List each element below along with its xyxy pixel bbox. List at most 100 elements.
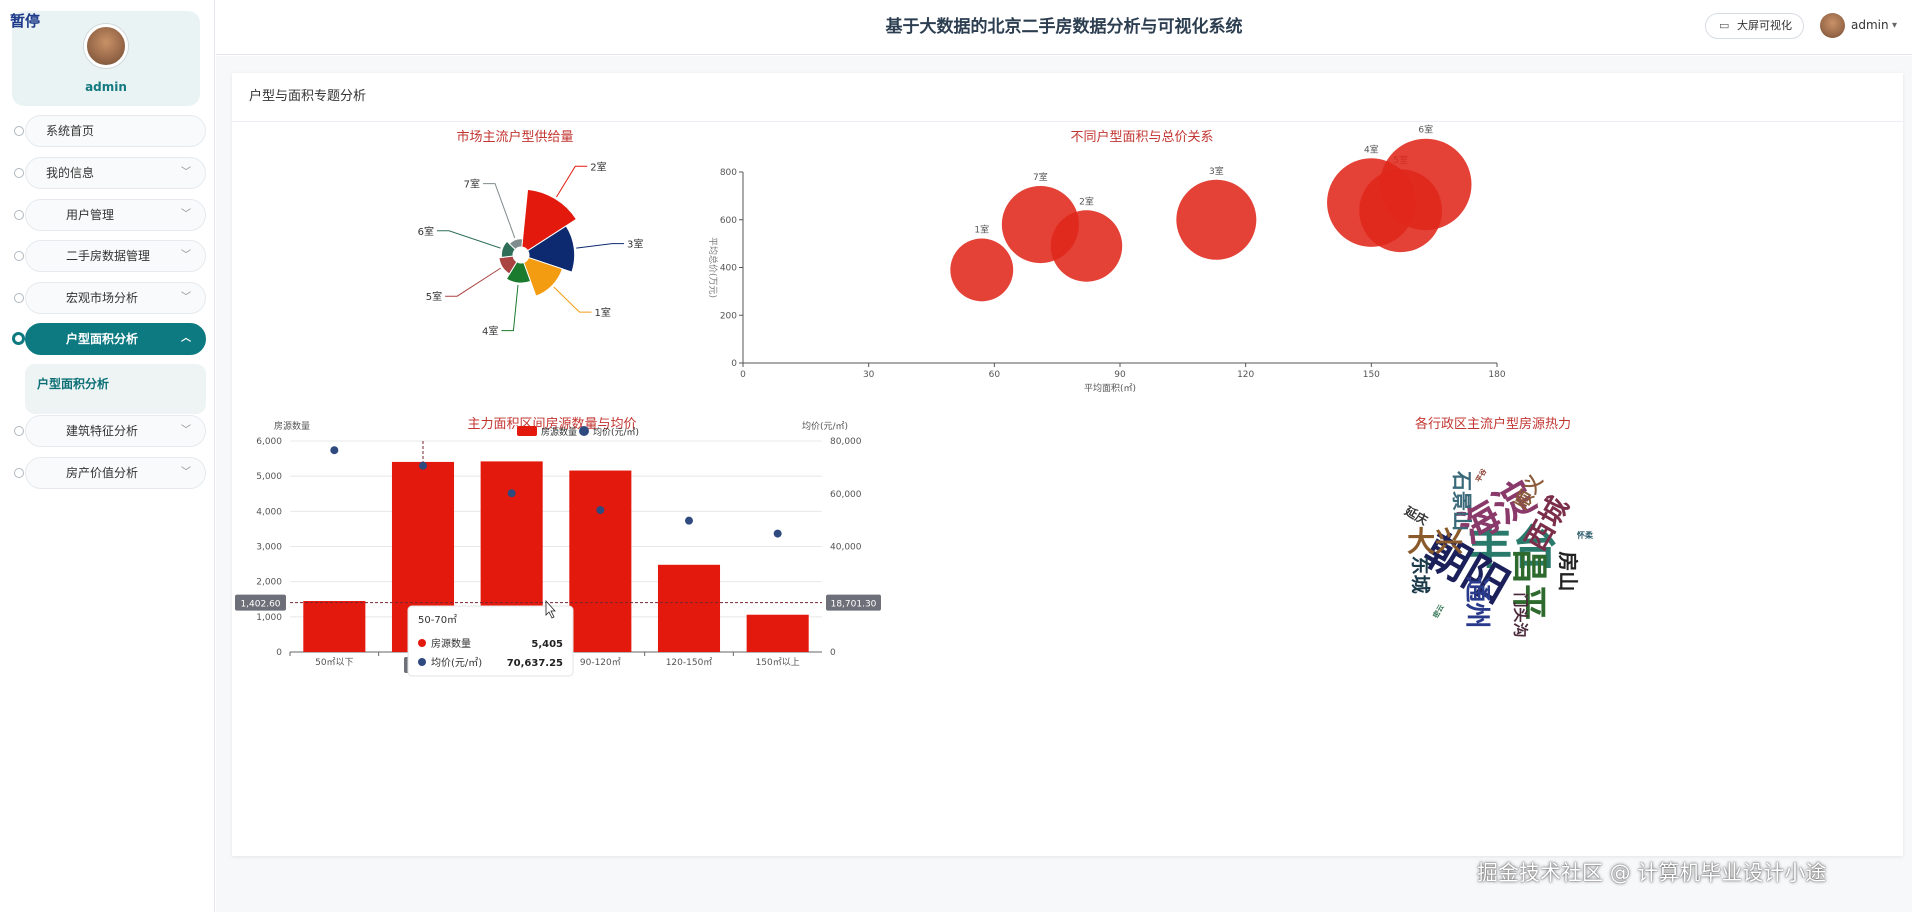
tooltip-label: 均价(元/㎡) [431,657,482,669]
sidebar: 暂停 admin 系统首页 我的信息 ﹀ 用户管理 ﹀ 二手房数据管理 ﹀ 宏观… [0,0,215,912]
sidebar-item-user-management[interactable]: 用户管理 ﹀ [25,199,206,231]
sidebar-item-building-features[interactable]: 建筑特征分析 ﹀ [25,415,206,447]
wordcloud-word: 延庆 [1401,502,1430,527]
sidebar-item-label: 我的信息 [46,166,95,180]
sidebar-item-home[interactable]: 系统首页 [25,115,206,147]
rose-label: 5室 [426,290,442,303]
bubble-point [950,238,1014,302]
bubble-point [1380,138,1472,231]
bar [303,601,366,652]
bar [569,470,632,652]
rose-label: 2室 [590,160,606,173]
y-tick-label-left: 3,000 [256,543,282,553]
chart-title: 不同户型面积与总价关系 [1070,129,1213,145]
x-tick-label: 150㎡以上 [756,657,800,668]
page-title: 基于大数据的北京二手房数据分析与可视化系统 [885,17,1243,37]
y-tick-label-right: 80,000 [830,437,862,447]
y-tick-label: 0 [731,359,737,369]
submenu-layout-area: 户型面积分析 [25,364,206,414]
sidebar-item-macro-market[interactable]: 宏观市场分析 ﹀ [25,282,206,314]
monitor-icon: ▭ [1719,19,1730,32]
sidebar-item-housing-data[interactable]: 二手房数据管理 ﹀ [25,240,206,272]
menu-bullet-icon [12,332,25,345]
chevron-up-icon: ︿ [181,333,191,344]
charts-canvas: 市场主流户型供给量 2室 3室 1室 4室 5室 6室 7室 不同户型面积与总价关系 0 200 40… [235,124,1594,677]
rose-label: 7室 [464,178,480,191]
sidebar-item-my-info[interactable]: 我的信息 ﹀ [25,157,206,189]
bubble-point [1050,210,1123,282]
price-point [419,461,427,470]
chevron-down-icon: ﹀ [181,425,191,436]
tooltip-title: 50-70㎡ [418,614,457,626]
analysis-panel: 户型与面积专题分析 市场主流户型供给量 2室 3室 1室 4室 5室 6室 7室 不同户型面积与… [232,73,1903,856]
chevron-down-icon[interactable]: ▾ [1892,0,1897,51]
header: 基于大数据的北京二手房数据分析与可视化系统 ▭ 大屏可视化 admin ▾ [216,0,1912,55]
chevron-down-icon: ﹀ [181,209,191,220]
chevron-down-icon: ﹀ [181,467,191,478]
x-tick-label: 50㎡以下 [315,657,353,668]
submenu-item-layout-area[interactable]: 户型面积分析 [37,364,109,404]
y-tick-label: 600 [720,216,737,226]
bigscreen-button[interactable]: ▭ 大屏可视化 [1705,13,1804,39]
sidebar-item-label: 房产价值分析 [66,466,139,480]
y-tick-label-right: 60,000 [830,490,862,500]
sidebar-item-label: 用户管理 [66,208,115,222]
user-name: admin [85,80,127,94]
y-tick-label-right: 40,000 [830,543,862,553]
menu-bullet-icon [14,426,24,436]
rose-label-line [501,284,519,332]
y-tick-label-right: 0 [830,648,836,658]
status-label: 暂停 [10,12,41,30]
price-point [330,446,339,455]
legend-label: 均价(元/㎡) [593,426,639,438]
bar [657,564,721,652]
header-avatar[interactable] [1820,13,1845,38]
y-tick-label-left: 1,000 [256,613,282,623]
bubble-chart: 不同户型面积与总价关系 0 200 400 600 800 0 30 60 90 120 150 180… [707,124,1506,394]
pointer-label-right: 18,701.30 [831,600,877,610]
price-point [507,489,516,498]
y-tick-label-left: 5,000 [256,472,282,482]
y-axis-label: 平均总价(万元) [707,237,719,298]
tooltip-marker [418,658,426,666]
x-tick-label: 0 [740,370,746,380]
wordcloud-word: 房山 [1556,551,1580,591]
wordcloud-chart: 各行政区主流户型房源热力丰台朝阳海淀昌平大兴 西城通州石景山房山东城顺义门头沟延庆… [1401,416,1594,638]
chevron-down-icon: ﹀ [181,292,191,303]
rose-label: 6室 [418,225,434,238]
bubble-label: 1室 [974,223,989,235]
header-user-name[interactable]: admin [1851,0,1889,51]
bubble-label: 7室 [1033,171,1048,183]
chart-title: 各行政区主流户型房源热力 [1415,416,1571,432]
sidebar-item-label: 系统首页 [46,124,95,138]
y-tick-label-left: 2,000 [256,578,282,588]
sidebar-item-label: 建筑特征分析 [66,424,139,438]
rose-chart: 市场主流户型供给量 2室 3室 1室 4室 5室 6室 7室 [418,129,644,338]
sidebar-item-layout-area[interactable]: 户型面积分析 ︿ [25,323,206,355]
x-tick-label: 120 [1237,370,1254,380]
avatar[interactable] [84,24,128,68]
y-tick-label: 400 [720,264,737,274]
rose-label-line [576,243,624,249]
sidebar-item-label: 二手房数据管理 [66,249,151,263]
menu-bullet-icon [14,468,24,478]
sidebar-item-property-value[interactable]: 房产价值分析 ﹀ [25,457,206,489]
tooltip-marker [418,639,426,647]
x-tick-label: 90-120㎡ [580,657,621,668]
y-axis-label-right: 均价(元/㎡) [802,420,848,432]
y-axis-label-left: 房源数量 [274,420,310,432]
bubble-label: 4室 [1364,143,1379,155]
legend-label: 房源数量 [541,426,577,438]
app-root: 暂停 admin 系统首页 我的信息 ﹀ 用户管理 ﹀ 二手房数据管理 ﹀ 宏观… [0,0,1912,912]
chart-title: 市场主流户型供给量 [456,129,573,145]
legend-dot-swatch [579,426,589,436]
y-tick-label-left: 6,000 [256,437,282,447]
x-tick-label: 90 [1114,370,1126,380]
menu-bullet-icon [14,126,24,136]
x-tick-label: 30 [863,370,875,380]
bubble-label: 2室 [1079,195,1094,207]
bubble-point [1176,179,1257,260]
bigscreen-button-label: 大屏可视化 [1737,19,1792,32]
price-point [773,529,782,538]
wordcloud-word: 怀柔 [1577,530,1594,540]
